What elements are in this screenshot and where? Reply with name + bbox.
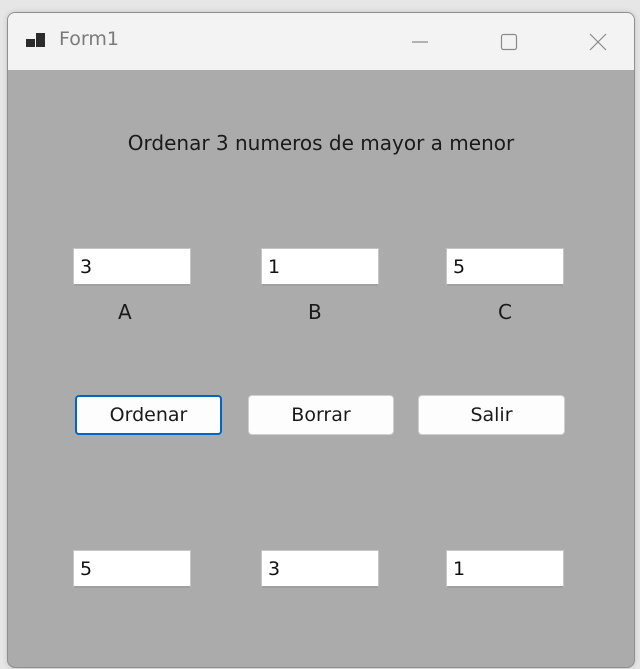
input-b-field[interactable]: 1 [261,248,379,286]
label-a: A [118,300,132,324]
input-c-field[interactable]: 5 [446,248,564,286]
result-third-field[interactable]: 1 [446,550,564,588]
title-bar[interactable]: Form1 [8,13,634,70]
salir-button[interactable]: Salir [418,395,565,435]
ordenar-button[interactable]: Ordenar [75,395,222,435]
app-form-icon [26,33,45,47]
minimize-icon [412,40,428,43]
result-second-field[interactable]: 3 [261,550,379,588]
label-c: C [498,300,512,324]
instructions-label: Ordenar 3 numeros de mayor a menor [127,131,515,155]
maximize-button[interactable] [479,13,539,70]
input-a-field[interactable]: 3 [73,248,191,286]
window-title: Form1 [59,28,119,50]
label-b: B [308,300,322,324]
form-window: Form1 Ordenar 3 numeros de mayor a menor… [7,12,635,668]
result-first-field[interactable]: 5 [73,550,191,588]
minimize-button[interactable] [390,13,450,70]
maximize-icon [500,33,518,50]
close-icon [589,33,607,50]
close-button[interactable] [568,13,628,70]
borrar-button[interactable]: Borrar [248,395,394,435]
